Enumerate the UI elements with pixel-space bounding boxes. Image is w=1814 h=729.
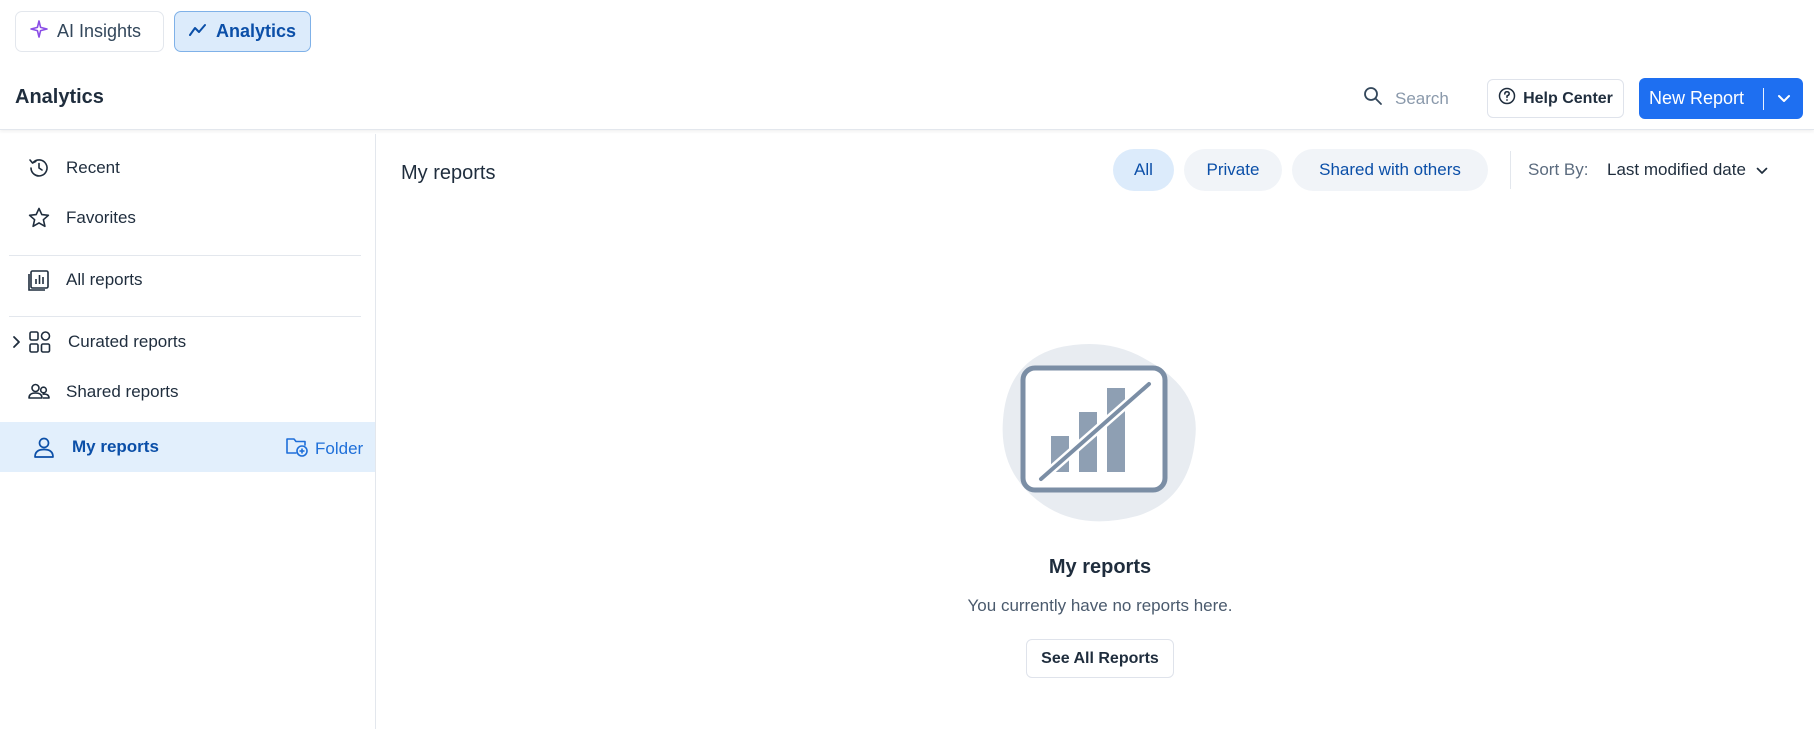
help-center-button[interactable]: Help Center [1487,79,1624,118]
search-placeholder: Search [1395,88,1449,108]
filter-private[interactable]: Private [1184,149,1282,191]
sidebar-item-label: My reports [72,437,159,456]
tab-label: AI Insights [57,21,142,41]
sidebar-item-label: Recent [66,158,120,177]
help-center-label: Help Center [1523,89,1613,107]
sidebar-item-all-reports[interactable]: All reports [0,255,375,305]
empty-state-message: You currently have no reports here. [967,596,1233,615]
sparkle-icon [30,20,48,43]
sidebar-item-curated-reports[interactable]: Curated reports [0,317,375,367]
folder-label: Folder [315,438,364,458]
empty-state-title: My reports [1048,556,1152,578]
sidebar-item-my-reports[interactable]: My reports Folder [0,422,375,472]
shapes-icon [28,330,52,354]
tab-label: Analytics [216,21,297,41]
trend-line-icon [189,21,207,42]
person-icon [32,435,56,459]
sort-value: Last modified date [1607,160,1746,179]
folder-plus-icon [285,434,309,463]
sidebar-item-label: All reports [66,270,143,289]
sidebar-item-label: Shared reports [66,382,179,401]
add-folder-button[interactable]: Folder [285,434,363,463]
star-icon [27,206,51,230]
sidebar-item-shared-reports[interactable]: Shared reports [0,367,375,417]
sort-label: Sort By: [1528,160,1589,179]
sidebar-item-favorites[interactable]: Favorites [0,193,375,243]
people-icon [27,380,51,404]
tab-analytics[interactable]: Analytics [174,11,311,52]
report-chart-icon [27,268,51,292]
see-all-reports-button[interactable]: See All Reports [1026,639,1174,678]
new-report-dropdown[interactable] [1764,94,1803,104]
search-input[interactable]: Search [1363,86,1463,111]
button-divider [1763,87,1764,110]
filter-shared-with-others[interactable]: Shared with others [1292,149,1488,191]
tab-ai-insights[interactable]: AI Insights [15,11,164,52]
page-title: Analytics [15,86,104,108]
no-reports-illustration [997,340,1203,526]
sidebar-item-label: Favorites [66,208,136,227]
sidebar-item-recent[interactable]: Recent [0,143,375,193]
chevron-down-icon [1777,94,1790,102]
main-content: My reports All Private Shared with other… [377,134,1814,729]
toolbar-divider [1510,151,1511,189]
sort-dropdown[interactable]: Last modified date [1607,160,1768,180]
top-tab-bar: AI Insights Analytics [0,0,1814,64]
history-icon [27,156,51,180]
sidebar-item-label: Curated reports [68,332,187,351]
section-title: My reports [401,162,496,184]
new-report-button[interactable]: New Report [1639,78,1803,119]
chevron-right-icon[interactable] [11,334,21,354]
chevron-down-icon [1756,160,1768,180]
sidebar: Recent Favorites All reports Curated rep… [0,134,376,729]
new-report-label: New Report [1649,88,1745,108]
page-header: Analytics Search Help Center New Report [0,66,1814,130]
filter-all[interactable]: All [1113,149,1174,191]
search-icon [1363,86,1383,111]
question-circle-icon [1498,87,1516,110]
